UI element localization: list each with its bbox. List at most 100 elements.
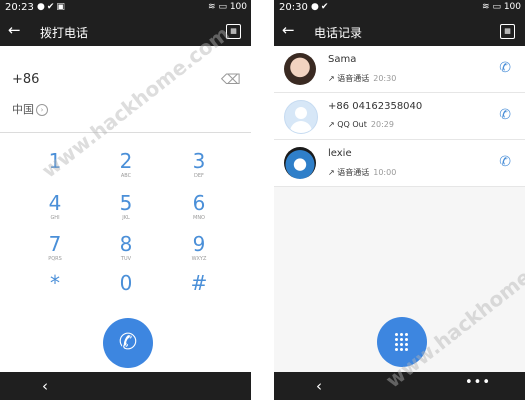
call-time: 20:29 <box>370 120 394 129</box>
battery-level: 100 <box>229 2 247 12</box>
dialpad-dot <box>405 343 408 346</box>
backspace-icon[interactable]: ⌫ <box>221 72 241 88</box>
call-log-row[interactable]: +86 04162358040 ↗ QQ Out 20:29 ✆ <box>274 93 525 140</box>
phone-icon: ✆ <box>118 330 138 355</box>
dial-key-digit: 3 <box>192 149 206 173</box>
avatar <box>284 100 318 134</box>
call-meta: ↗ QQ Out 20:29 <box>328 120 394 129</box>
dial-key-digit: 6 <box>192 191 206 215</box>
page-title: 电话记录 <box>314 26 363 40</box>
nav-back-icon[interactable]: ‹ <box>316 377 322 395</box>
status-bar: 20:23 ●✔▣ ≋ ▭ 100 <box>0 0 251 17</box>
dial-key-digit: 5 <box>119 191 133 215</box>
phone-number-field[interactable]: +86 <box>12 72 39 87</box>
avatar <box>284 53 316 85</box>
divider <box>0 132 251 133</box>
notification-icons: ●✔ <box>311 2 331 12</box>
dialpad-dot <box>400 333 403 336</box>
dial-key-3[interactable]: 3 DEF <box>169 150 229 190</box>
dialpad-dot <box>400 348 403 351</box>
country-name: 中国 <box>12 103 34 116</box>
avatar <box>284 147 316 179</box>
dial-key-digit: 9 <box>192 232 206 256</box>
call-time: 20:30 <box>373 74 397 83</box>
call-meta: ↗ 语音通话 20:30 <box>328 74 397 83</box>
phone-icon[interactable]: ✆ <box>499 60 511 76</box>
country-selector[interactable]: 中国 › <box>12 101 48 117</box>
dial-key-letters: TUV <box>120 256 132 262</box>
more-icon[interactable]: ••• <box>465 375 491 390</box>
status-time: 20:30 <box>279 2 308 13</box>
wifi-icon: ≋ <box>208 2 216 12</box>
dialpad-dot <box>405 333 408 336</box>
dial-key-6[interactable]: 6 MNO <box>169 192 229 232</box>
call-time: 10:00 <box>373 168 397 177</box>
dial-key-star[interactable]: * <box>25 272 85 312</box>
dial-key-letters: GHI <box>50 215 60 221</box>
dialpad-dot <box>400 338 403 341</box>
dial-key-digit: 4 <box>48 191 62 215</box>
dial-key-hash[interactable]: # <box>169 272 229 312</box>
wifi-icon: ≋ <box>482 2 490 12</box>
dialpad-dot <box>400 343 403 346</box>
nav-bar: ‹ ••• <box>274 372 525 400</box>
dial-key-digit: 7 <box>48 232 62 256</box>
phone-icon[interactable]: ✆ <box>499 154 511 170</box>
phone-icon[interactable]: ✆ <box>499 107 511 123</box>
notification-icons: ●✔▣ <box>37 2 67 12</box>
dialer-screen: 20:23 ●✔▣ ≋ ▭ 100 ← 拨打电话 ▦ +86 ⌫ 中国 › 1 2A… <box>0 0 251 400</box>
call-log-row[interactable]: lexie ↗ 语音通话 10:00 ✆ <box>274 140 525 187</box>
dial-key-7[interactable]: 7 PQRS <box>25 233 85 273</box>
dial-key-4[interactable]: 4 GHI <box>25 192 85 232</box>
dial-key-digit: 1 <box>48 149 62 173</box>
contact-name: Sama <box>328 54 357 65</box>
call-type: 语音通话 <box>337 168 370 177</box>
app-bar: ← 电话记录 ▦ <box>274 17 525 46</box>
dial-key-letters: DEF <box>194 173 204 179</box>
dial-key-digit: 8 <box>119 232 133 256</box>
call-log-row[interactable]: Sama ↗ 语音通话 20:30 ✆ <box>274 46 525 93</box>
dial-key-digit: # <box>190 271 208 295</box>
chevron-right-icon: › <box>36 104 48 116</box>
back-arrow-icon[interactable]: ← <box>282 21 295 39</box>
dialpad-dot <box>395 338 398 341</box>
sim-card-icon[interactable]: ▦ <box>226 24 241 39</box>
dialpad-dot <box>405 348 408 351</box>
call-log-screen: 20:30 ●✔ ≋ ▭ 100 ← 电话记录 ▦ Sama ↗ 语音通话 20:… <box>274 0 525 400</box>
dial-key-5[interactable]: 5 JKL <box>96 192 156 232</box>
contact-name: lexie <box>328 148 352 159</box>
dialpad-dot <box>405 338 408 341</box>
contact-number: +86 04162358040 <box>328 101 423 112</box>
dial-key-9[interactable]: 9 WXYZ <box>169 233 229 273</box>
call-button[interactable]: ✆ <box>103 318 153 368</box>
nav-bar: ‹ <box>0 372 251 400</box>
call-type: 语音通话 <box>337 74 370 83</box>
dial-key-digit: 2 <box>119 149 133 173</box>
dialpad-dot <box>395 343 398 346</box>
app-bar: ← 拨打电话 ▦ <box>0 17 251 46</box>
dial-key-digit: * <box>50 271 60 295</box>
dial-key-letters: WXYZ <box>191 256 207 262</box>
dial-key-letters: PQRS <box>48 256 62 262</box>
battery-level: 100 <box>503 2 521 12</box>
call-meta: ↗ 语音通话 10:00 <box>328 168 397 177</box>
dialpad-dot <box>395 333 398 336</box>
sim-card-icon[interactable]: ▦ <box>500 24 515 39</box>
dial-key-1[interactable]: 1 <box>25 150 85 190</box>
dialpad-dot <box>395 348 398 351</box>
back-arrow-icon[interactable]: ← <box>8 21 21 39</box>
call-type: QQ Out <box>337 120 367 129</box>
status-right: ≋ ▭ 100 <box>482 2 521 12</box>
nav-back-icon[interactable]: ‹ <box>42 377 48 395</box>
dial-key-2[interactable]: 2 ABC <box>96 150 156 190</box>
status-time: 20:23 <box>5 2 34 13</box>
dial-key-letters: JKL <box>122 215 130 221</box>
status-right: ≋ ▭ 100 <box>208 2 247 12</box>
dial-key-letters: ABC <box>120 173 132 179</box>
dial-key-letters: MNO <box>193 215 205 221</box>
dialpad-button[interactable] <box>377 317 427 367</box>
dial-key-0[interactable]: 0 <box>96 272 156 312</box>
dial-key-8[interactable]: 8 TUV <box>96 233 156 273</box>
page-title: 拨打电话 <box>40 26 89 40</box>
status-bar: 20:30 ●✔ ≋ ▭ 100 <box>274 0 525 17</box>
